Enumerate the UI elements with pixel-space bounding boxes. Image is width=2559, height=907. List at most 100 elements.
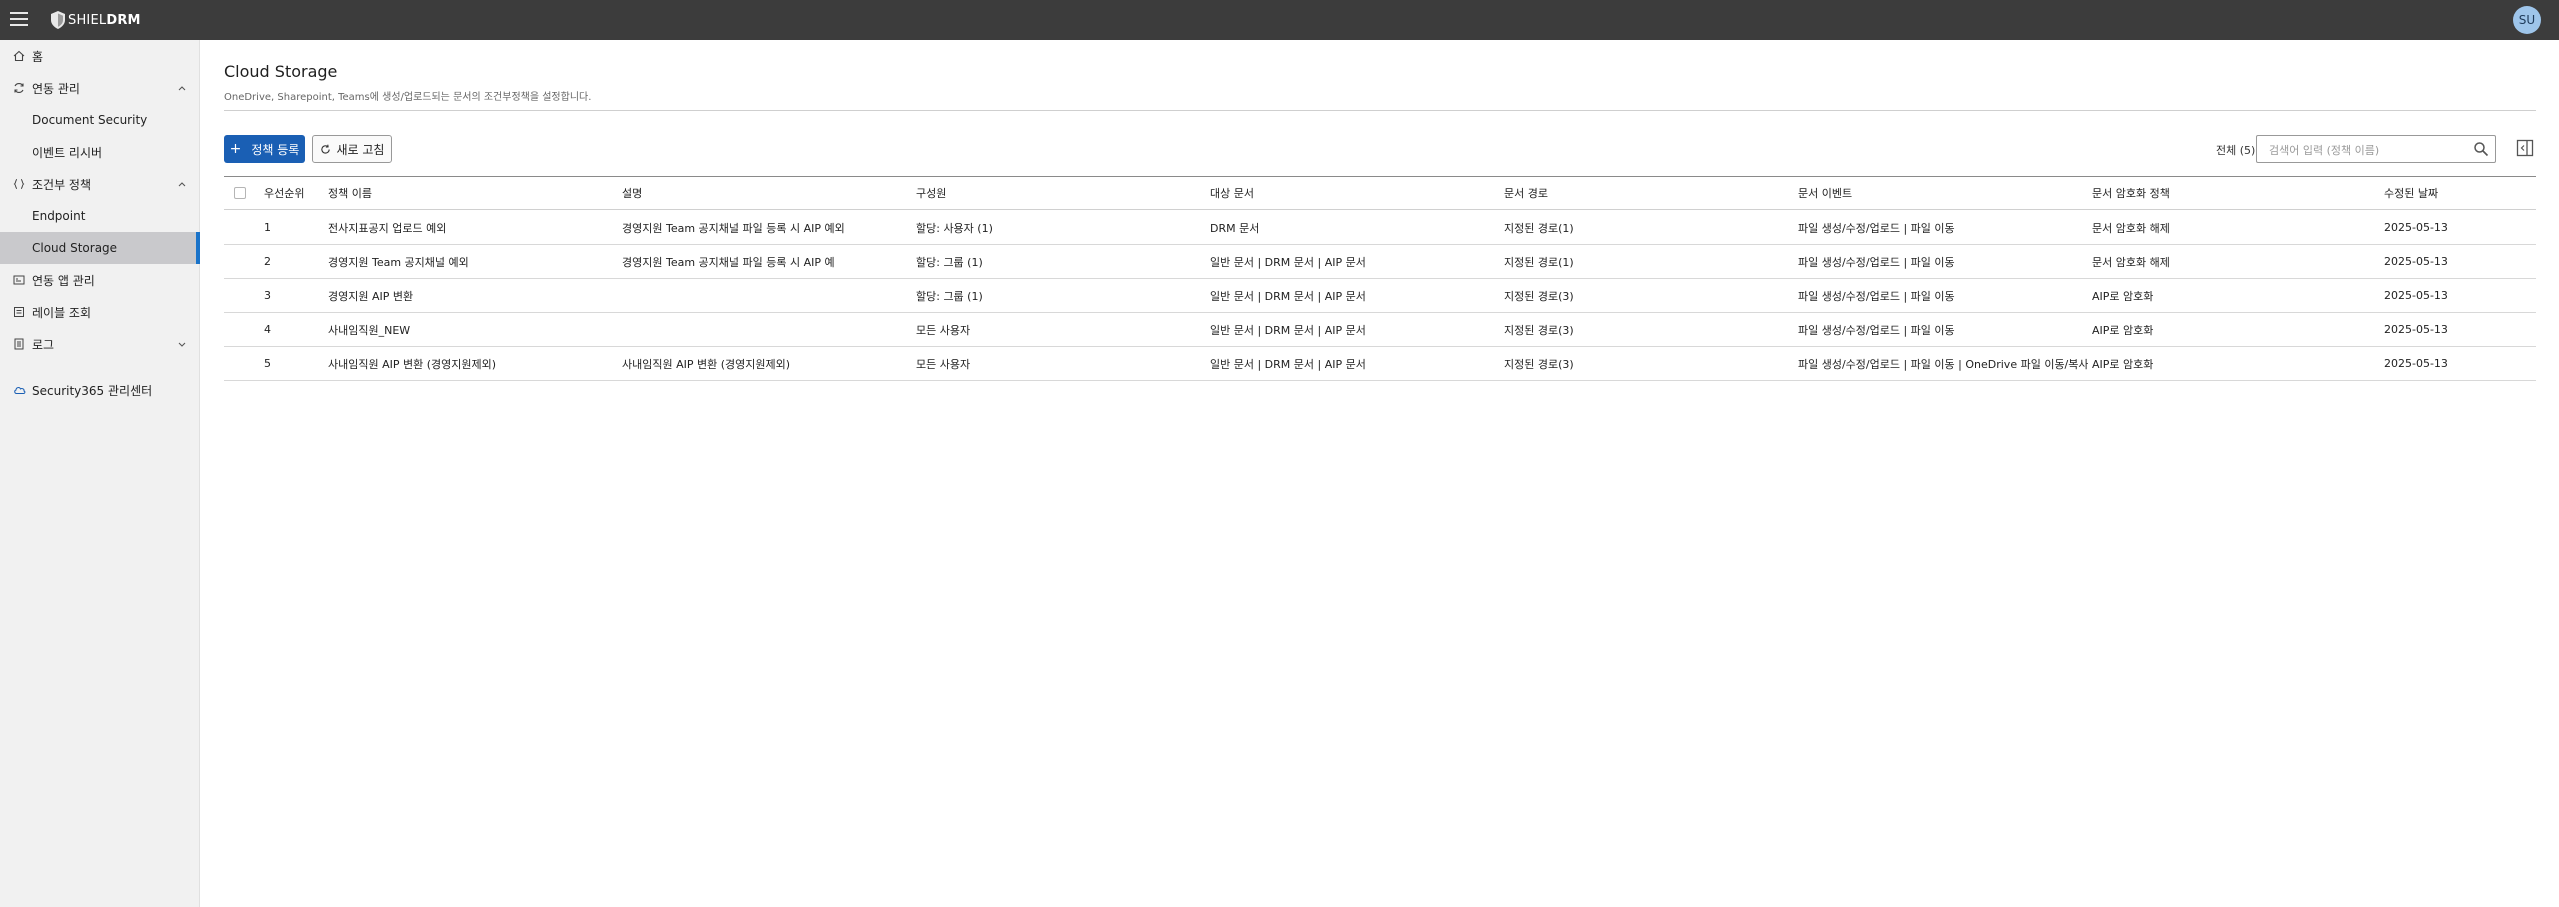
header-description[interactable]: 설명 (622, 177, 902, 209)
app-icon (12, 273, 26, 287)
header-policy-name[interactable]: 정책 이름 (328, 177, 608, 209)
cell-target-docs: DRM 문서 (1210, 221, 1260, 235)
plus-icon: + (229, 141, 242, 157)
cell-priority: 5 (264, 357, 271, 370)
shield-logo-icon (51, 11, 65, 29)
header-encryption-policy[interactable]: 문서 암호화 정책 (2092, 177, 2372, 209)
cell-doc-path: 지정된 경로(3) (1504, 289, 1574, 303)
sidebar-item-cloud-storage[interactable]: Cloud Storage (0, 232, 200, 264)
label-icon (12, 305, 26, 319)
top-bar: SHIELDRM SU (0, 0, 2559, 40)
cell-doc-event: 파일 생성/수정/업로드 | 파일 이동 (1798, 255, 1955, 269)
sidebar-item-label: Cloud Storage (32, 241, 118, 255)
cell-target-docs: 일반 문서 | DRM 문서 | AIP 문서 (1210, 289, 1366, 303)
table-row[interactable]: 4 사내임직원_NEW 모든 사용자 일반 문서 | DRM 문서 | AIP … (224, 313, 2536, 347)
cell-encryption-policy: AIP로 암호화 (2092, 357, 2154, 371)
sidebar-item-endpoint[interactable]: Endpoint (0, 200, 200, 232)
cell-priority: 1 (264, 221, 271, 234)
braces-icon (12, 177, 26, 191)
header-members[interactable]: 구성원 (916, 177, 1196, 209)
sidebar-item-label: 이벤트 리시버 (32, 145, 103, 160)
cell-doc-path: 지정된 경로(3) (1504, 323, 1574, 337)
sidebar-item-document-security[interactable]: Document Security (0, 104, 200, 136)
log-icon (12, 337, 26, 351)
header-target-docs[interactable]: 대상 문서 (1210, 177, 1490, 209)
add-policy-label: 정책 등록 (251, 142, 300, 157)
table-row[interactable]: 3 경영지원 AIP 변환 할당: 그룹 (1) 일반 문서 | DRM 문서 … (224, 279, 2536, 313)
sidebar-item-home[interactable]: 홈 (0, 40, 200, 72)
refresh-label: 새로 고침 (336, 142, 385, 157)
sidebar-item-label: Document Security (32, 113, 148, 127)
cell-priority: 2 (264, 255, 271, 268)
logo[interactable]: SHIELDRM (50, 10, 141, 30)
sidebar-item-label: 조건부 정책 (32, 177, 92, 192)
sidebar-item-label-lookup[interactable]: 레이블 조회 (0, 296, 200, 328)
total-count: 전체 (5) (2216, 144, 2256, 157)
sidebar-item-app-management[interactable]: 연동 앱 관리 (0, 264, 200, 296)
header-doc-path[interactable]: 문서 경로 (1504, 177, 1784, 209)
cell-description: 경영지원 Team 공지채널 파일 등록 시 AIP 예외 (622, 221, 845, 235)
cell-doc-event: 파일 생성/수정/업로드 | 파일 이동 | OneDrive 파일 이동/복사 (1798, 357, 2088, 371)
sidebar-item-conditional-policy[interactable]: 조건부 정책 (0, 168, 200, 200)
cell-members: 할당: 사용자 (1) (916, 221, 993, 235)
cell-modified-date: 2025-05-13 (2384, 323, 2448, 336)
header-priority[interactable]: 우선순위 (264, 177, 324, 209)
user-avatar[interactable]: SU (2513, 6, 2541, 34)
cell-modified-date: 2025-05-13 (2384, 357, 2448, 370)
table-row[interactable]: 1 전사지표공지 업로드 예외 경영지원 Team 공지채널 파일 등록 시 A… (224, 211, 2536, 245)
cell-policy-name: 사내임직원 AIP 변환 (경영지원제외) (328, 357, 497, 371)
page-description: OneDrive, Sharepoint, Teams에 생성/업로드되는 문서… (224, 92, 592, 103)
cell-doc-path: 지정된 경로(3) (1504, 357, 1574, 371)
cell-description (622, 279, 907, 312)
menu-icon[interactable] (10, 12, 28, 28)
search-icon[interactable] (2473, 141, 2489, 157)
cell-doc-path: 지정된 경로(1) (1504, 221, 1574, 235)
header-doc-event[interactable]: 문서 이벤트 (1798, 177, 2078, 209)
cell-description: 경영지원 Team 공지채널 파일 등록 시 AIP 예 (622, 255, 835, 269)
sidebar-item-log[interactable]: 로그 (0, 328, 200, 360)
cell-members: 모든 사용자 (916, 357, 971, 371)
select-all-checkbox[interactable] (234, 187, 246, 199)
cell-description: 사내임직원 AIP 변환 (경영지원제외) (622, 357, 791, 371)
search-box (2256, 135, 2496, 163)
sidebar-item-security365[interactable]: Security365 관리센터 (0, 374, 200, 406)
sidebar-item-label: 연동 관리 (32, 81, 80, 96)
cell-priority: 3 (264, 289, 271, 302)
table-row[interactable]: 2 경영지원 Team 공지채널 예외 경영지원 Team 공지채널 파일 등록… (224, 245, 2536, 279)
sidebar-item-label: 로그 (32, 337, 55, 352)
add-policy-button[interactable]: + 정책 등록 (224, 135, 305, 163)
search-input[interactable] (2269, 141, 2469, 159)
cell-policy-name: 경영지원 AIP 변환 (328, 289, 414, 303)
cell-target-docs: 일반 문서 | DRM 문서 | AIP 문서 (1210, 323, 1366, 337)
cell-target-docs: 일반 문서 | DRM 문서 | AIP 문서 (1210, 255, 1366, 269)
cell-doc-event: 파일 생성/수정/업로드 | 파일 이동 (1798, 289, 1955, 303)
cell-doc-path: 지정된 경로(1) (1504, 255, 1574, 269)
panel-toggle-icon[interactable] (2516, 139, 2534, 157)
title-divider (224, 110, 2536, 111)
cell-encryption-policy: 문서 암호화 해제 (2092, 221, 2170, 235)
cell-policy-name: 경영지원 Team 공지채널 예외 (328, 255, 469, 269)
table-row[interactable]: 5 사내임직원 AIP 변환 (경영지원제외) 사내임직원 AIP 변환 (경영… (224, 347, 2536, 381)
cell-members: 할당: 그룹 (1) (916, 289, 983, 303)
sidebar-item-integration[interactable]: 연동 관리 (0, 72, 200, 104)
cell-encryption-policy: 문서 암호화 해제 (2092, 255, 2170, 269)
refresh-button[interactable]: 새로 고침 (312, 135, 392, 163)
cell-modified-date: 2025-05-13 (2384, 255, 2448, 268)
cell-doc-event: 파일 생성/수정/업로드 | 파일 이동 (1798, 323, 1955, 337)
cell-priority: 4 (264, 323, 271, 336)
select-all-cell (234, 177, 254, 209)
cell-description (622, 313, 907, 346)
cell-members: 모든 사용자 (916, 323, 971, 337)
cell-encryption-policy: AIP로 암호화 (2092, 289, 2154, 303)
cell-members: 할당: 그룹 (1) (916, 255, 983, 269)
header-modified-date[interactable]: 수정된 날짜 (2384, 177, 2524, 209)
sidebar-item-label: Security365 관리센터 (32, 383, 153, 398)
cloud-icon (12, 383, 26, 397)
cell-modified-date: 2025-05-13 (2384, 221, 2448, 234)
sidebar-item-event-receiver[interactable]: 이벤트 리시버 (0, 136, 200, 168)
page-title: Cloud Storage (224, 62, 338, 81)
sidebar-item-label: Endpoint (32, 209, 86, 223)
cell-encryption-policy: AIP로 암호화 (2092, 323, 2154, 337)
sidebar: 홈 연동 관리 Document Security 이벤트 리시버 조건부 정책… (0, 40, 200, 907)
cell-modified-date: 2025-05-13 (2384, 289, 2448, 302)
